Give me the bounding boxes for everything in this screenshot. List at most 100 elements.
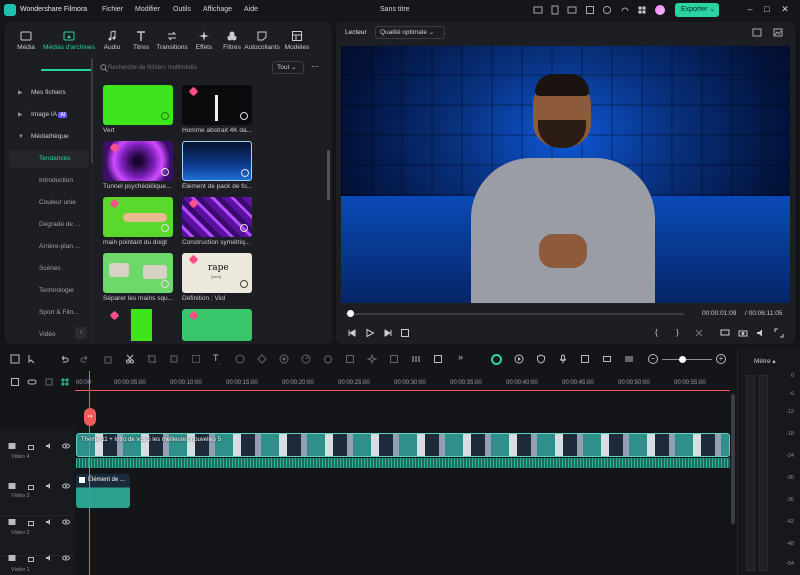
sidebar-item-sport[interactable]: Sport & Fitn... bbox=[9, 304, 89, 322]
download-icon[interactable] bbox=[240, 224, 248, 232]
send-icon[interactable] bbox=[533, 5, 543, 15]
sidebar-item-solid-color[interactable]: Couleur unie bbox=[9, 194, 89, 212]
media-thumbnail[interactable] bbox=[103, 141, 173, 181]
tab-titles[interactable]: Titres bbox=[126, 30, 156, 51]
camera-icon[interactable] bbox=[738, 328, 748, 338]
effects-tool-icon[interactable] bbox=[367, 354, 377, 364]
mark-out-icon[interactable]: } bbox=[676, 328, 679, 337]
progress-handle[interactable] bbox=[347, 310, 354, 317]
media-thumbnail[interactable] bbox=[182, 197, 252, 237]
zoom-slider[interactable] bbox=[662, 359, 712, 360]
audio-adjust-icon[interactable] bbox=[411, 354, 421, 364]
microphone-icon[interactable] bbox=[558, 354, 568, 364]
render-preview-icon[interactable] bbox=[514, 354, 524, 364]
volume-icon[interactable] bbox=[45, 442, 53, 450]
maximize-icon[interactable]: □ bbox=[762, 4, 772, 16]
sidebar-item-my-files[interactable]: ▶ Mes fichiers bbox=[9, 84, 89, 102]
render-icon[interactable] bbox=[694, 328, 704, 338]
snapshot-tool-icon[interactable] bbox=[602, 354, 612, 364]
avatar[interactable] bbox=[655, 5, 665, 15]
tab-stickers[interactable]: Autocollants bbox=[243, 30, 281, 51]
lock-icon[interactable] bbox=[27, 554, 35, 562]
sidebar-item-ai-image[interactable]: ▶ Image IA AI bbox=[9, 106, 89, 124]
media-thumbnail[interactable] bbox=[182, 309, 252, 341]
download-icon[interactable] bbox=[161, 224, 169, 232]
media-thumbnail[interactable]: rape [verb] bbox=[182, 253, 252, 293]
media-thumbnail[interactable] bbox=[103, 309, 173, 341]
next-frame-icon[interactable] bbox=[383, 328, 393, 338]
tab-media[interactable]: Média bbox=[11, 30, 41, 51]
fit-icon[interactable] bbox=[191, 354, 201, 364]
folder-icon[interactable] bbox=[567, 5, 577, 15]
media-scrollbar[interactable] bbox=[327, 150, 330, 200]
eye-icon[interactable] bbox=[62, 442, 70, 450]
volume-icon[interactable] bbox=[45, 518, 53, 526]
zoom-slider-handle[interactable] bbox=[679, 356, 686, 363]
menu-modifier[interactable]: Modifier bbox=[135, 6, 160, 13]
tab-templates[interactable]: Modèles bbox=[282, 30, 312, 51]
sidebar-item-technology[interactable]: Technologie bbox=[9, 282, 89, 300]
download-icon[interactable] bbox=[161, 168, 169, 176]
volume-icon[interactable] bbox=[45, 554, 53, 562]
meter-title[interactable]: Mètre ▴ bbox=[754, 357, 776, 365]
marker-icon[interactable] bbox=[44, 377, 54, 387]
document-icon[interactable] bbox=[550, 5, 560, 15]
undo-icon[interactable] bbox=[59, 354, 69, 364]
sidebar-item-scenes[interactable]: Scènes bbox=[9, 260, 89, 278]
collapse-sidebar-icon[interactable]: ‹ bbox=[75, 327, 87, 339]
select-tool-icon[interactable] bbox=[27, 354, 37, 364]
display-settings-icon[interactable] bbox=[773, 28, 783, 37]
eye-icon[interactable] bbox=[62, 554, 70, 562]
download-icon[interactable] bbox=[161, 280, 169, 288]
sidebar-item-library[interactable]: ▼ Médiathèque bbox=[9, 128, 89, 146]
sidebar-item-trending[interactable]: Tendances bbox=[9, 150, 89, 168]
delete-icon[interactable] bbox=[103, 354, 113, 364]
redo-icon[interactable] bbox=[80, 354, 90, 364]
quality-dropdown[interactable]: Qualité optimale ⌄ bbox=[375, 26, 445, 39]
minimize-icon[interactable]: – bbox=[745, 4, 755, 16]
transform-icon[interactable] bbox=[169, 354, 179, 364]
playhead-marker[interactable]: ⇹ bbox=[84, 408, 96, 426]
color-icon[interactable] bbox=[235, 354, 245, 364]
headset-icon[interactable] bbox=[620, 5, 630, 15]
playback-progress-bar[interactable] bbox=[346, 313, 684, 315]
shield-icon[interactable] bbox=[536, 354, 546, 364]
download-icon[interactable] bbox=[240, 112, 248, 120]
media-thumbnail[interactable] bbox=[182, 85, 252, 125]
media-thumbnail[interactable] bbox=[182, 141, 252, 181]
video3-clip[interactable]: Élément de ... bbox=[76, 474, 130, 508]
menu-affichage[interactable]: Affichage bbox=[203, 6, 232, 13]
sidebar-scrollbar[interactable] bbox=[91, 58, 93, 163]
lock-icon[interactable] bbox=[27, 442, 35, 450]
crop-icon[interactable] bbox=[147, 354, 157, 364]
voiceover-icon[interactable] bbox=[580, 354, 590, 364]
play-icon[interactable] bbox=[365, 328, 375, 338]
stabilize-icon[interactable] bbox=[433, 354, 443, 364]
eye-icon[interactable] bbox=[62, 482, 70, 490]
timeline-vertical-scrollbar[interactable] bbox=[731, 394, 735, 524]
lock-icon[interactable] bbox=[27, 518, 35, 526]
layout-icon[interactable] bbox=[10, 354, 20, 364]
sidebar-item-introduction[interactable]: Introduction bbox=[9, 172, 89, 190]
link-icon[interactable] bbox=[27, 377, 37, 387]
add-track-icon[interactable] bbox=[10, 377, 20, 387]
filter-dropdown[interactable]: Tout ⌄ bbox=[272, 61, 304, 74]
playhead-line[interactable] bbox=[89, 371, 90, 575]
mask-icon[interactable] bbox=[279, 354, 289, 364]
freeze-icon[interactable] bbox=[345, 354, 355, 364]
scissors-icon[interactable] bbox=[125, 354, 135, 364]
tab-transitions[interactable]: Transitions bbox=[153, 30, 191, 51]
menu-fichier[interactable]: Fichier bbox=[102, 6, 123, 13]
track-manager-icon[interactable] bbox=[624, 354, 634, 364]
previous-frame-icon[interactable] bbox=[347, 328, 357, 338]
expand-icon[interactable] bbox=[774, 328, 784, 338]
media-thumbnail[interactable] bbox=[103, 253, 173, 293]
search-input[interactable]: Recherche de fichiers multimédia bbox=[108, 61, 266, 75]
eye-icon[interactable] bbox=[62, 518, 70, 526]
text-tool-icon[interactable]: T, bbox=[213, 353, 220, 366]
save-icon[interactable] bbox=[585, 5, 595, 15]
fullscreen-display-icon[interactable] bbox=[720, 328, 730, 338]
speed-icon[interactable] bbox=[301, 354, 311, 364]
volume-icon[interactable] bbox=[756, 328, 766, 338]
menu-outils[interactable]: Outils bbox=[173, 6, 191, 13]
